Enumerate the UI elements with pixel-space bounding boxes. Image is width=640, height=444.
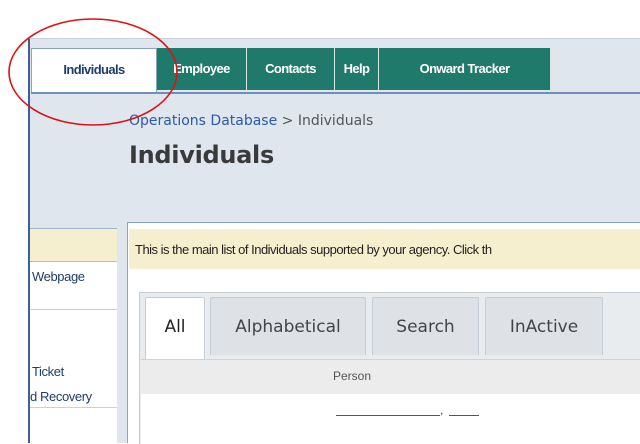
breadcrumb: Operations Database > Individuals <box>129 113 373 129</box>
breadcrumb-operations-database-link[interactable]: Operations Database <box>129 113 277 129</box>
intro-banner: This is the main list of Individuals sup… <box>129 229 640 269</box>
breadcrumb-separator: > <box>281 113 294 129</box>
sidebar-divider <box>30 407 117 408</box>
tab-inactive[interactable]: InActive <box>485 297 603 355</box>
nav-tab-contacts[interactable]: Contacts <box>247 48 335 90</box>
tab-alphabetical[interactable]: Alphabetical <box>210 297 366 355</box>
main-nav-tabs: Individuals Employee Contacts Help Onwar… <box>31 48 559 92</box>
tab-all[interactable]: All <box>145 297 205 359</box>
sidebar-divider <box>30 309 117 310</box>
intro-text: This is the main list of Individuals sup… <box>135 242 492 257</box>
nav-tab-help[interactable]: Help <box>335 48 379 90</box>
sidebar-item-recovery[interactable]: d Recovery <box>30 389 117 404</box>
page-title: Individuals <box>129 141 274 169</box>
sidebar-item-webpage[interactable]: Webpage <box>32 269 119 284</box>
filter-tabs-panel: All Alphabetical Search InActive Person … <box>139 292 640 444</box>
nav-tab-onward-tracker[interactable]: Onward Tracker <box>379 48 551 90</box>
nav-divider <box>31 92 640 94</box>
column-header-person[interactable]: Person <box>333 369 371 383</box>
nav-tab-employee[interactable]: Employee <box>157 48 247 90</box>
nav-tab-individuals[interactable]: Individuals <box>31 48 157 92</box>
sidebar-item-ticket[interactable]: Ticket <box>32 364 119 379</box>
person-last-name-link[interactable] <box>336 405 440 416</box>
tab-search[interactable]: Search <box>372 297 479 355</box>
person-first-name-link[interactable] <box>449 405 479 416</box>
breadcrumb-current: Individuals <box>297 113 374 129</box>
left-sidebar: Webpage Ticket d Recovery <box>30 228 117 443</box>
name-separator: , <box>440 403 444 417</box>
sidebar-header <box>30 229 117 262</box>
table-header: Person <box>141 359 640 394</box>
table-body: , <box>141 394 640 444</box>
main-panel: This is the main list of Individuals sup… <box>127 222 640 444</box>
